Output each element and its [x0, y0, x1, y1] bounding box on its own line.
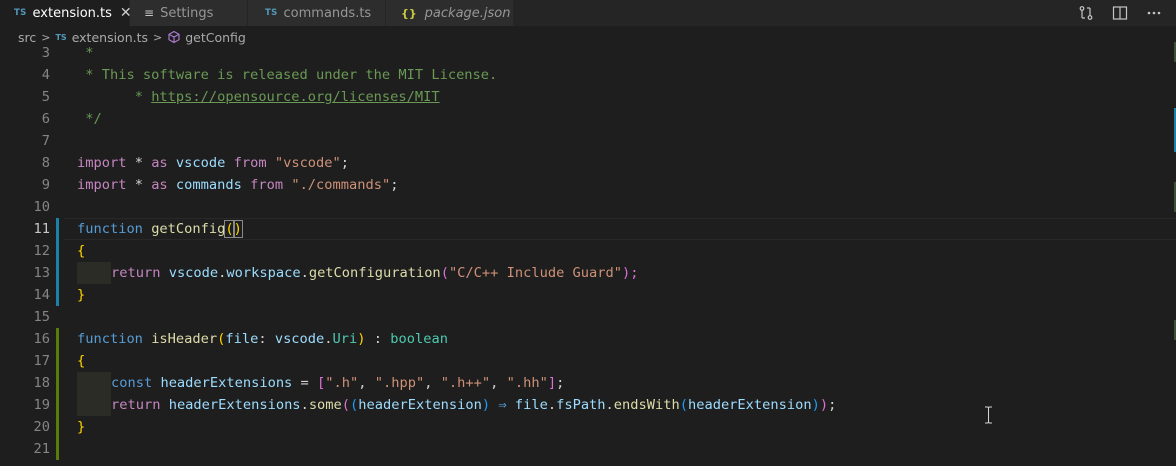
- split-editor-icon[interactable]: [1112, 5, 1128, 21]
- code-text: */: [77, 111, 102, 127]
- indent-guide: [77, 372, 111, 394]
- line-number: 21: [33, 441, 50, 457]
- matched-bracket: (: [224, 220, 235, 238]
- code-line: 10: [0, 196, 1176, 218]
- editor-actions: [1078, 0, 1176, 26]
- line-number: 4: [41, 67, 50, 83]
- line-number: 3: [41, 45, 50, 61]
- line-number: 20: [33, 419, 50, 435]
- code-line: 18 const headerExtensions = [".h", ".hpp…: [0, 372, 1176, 394]
- line-number: 14: [33, 287, 50, 303]
- tab-extension-ts[interactable]: TS extension.ts ✕: [0, 0, 132, 26]
- code-line: 7: [0, 130, 1176, 152]
- line-number: 17: [33, 353, 50, 369]
- tab-bar: TS extension.ts ✕ ≡ Settings TS commands…: [0, 0, 1176, 26]
- line-number: 18: [33, 375, 50, 391]
- code-text: {: [77, 243, 86, 259]
- indent-guide: [77, 262, 111, 284]
- code-line: 12 {: [0, 240, 1176, 262]
- code-line: 14 }: [0, 284, 1176, 306]
- code-editor[interactable]: 3 * 4 * This software is released under …: [0, 42, 1176, 466]
- code-line: 6 */: [0, 108, 1176, 130]
- code-text: *: [126, 89, 152, 105]
- code-text: *: [77, 45, 94, 61]
- code-text: }: [77, 419, 86, 435]
- typescript-icon: TS: [265, 8, 278, 18]
- tab-label: package.json: [424, 5, 511, 21]
- line-number: 13: [33, 265, 50, 281]
- code-line: 16 function isHeader(file: vscode.Uri) :…: [0, 328, 1176, 350]
- json-icon: {}: [401, 6, 417, 20]
- open-changes-icon[interactable]: [1078, 5, 1094, 21]
- text-cursor-icon: [984, 406, 993, 428]
- line-number: 9: [41, 177, 50, 193]
- code-line: 8 import * as vscode from "vscode";: [0, 152, 1176, 174]
- code-line: 3 *: [0, 42, 1176, 64]
- code-line: 13 return vscode.workspace.getConfigurat…: [0, 262, 1176, 284]
- line-number: 8: [41, 155, 50, 171]
- code-line: 15: [0, 306, 1176, 328]
- indent-guide: [77, 394, 111, 416]
- code-line: 17 {: [0, 350, 1176, 372]
- typescript-icon: TS: [14, 8, 27, 18]
- line-number: 15: [33, 309, 50, 325]
- license-link[interactable]: https://opensource.org/licenses/MIT: [151, 89, 439, 105]
- line-number: 7: [41, 133, 50, 149]
- line-number: 10: [33, 199, 50, 215]
- line-number: 12: [33, 243, 50, 259]
- line-number: 11: [33, 221, 50, 237]
- settings-list-icon: ≡: [144, 6, 155, 20]
- tab-label: Settings: [160, 5, 214, 21]
- more-actions-icon[interactable]: [1146, 5, 1162, 21]
- tab-settings[interactable]: ≡ Settings: [130, 0, 248, 26]
- line-number: 6: [41, 111, 50, 127]
- code-line: 21: [0, 438, 1176, 460]
- code-line: 9 import * as commands from "./commands"…: [0, 174, 1176, 196]
- code-line: 19 return headerExtensions.some((headerE…: [0, 394, 1176, 416]
- code-text: {: [77, 353, 86, 369]
- tab-label: commands.ts: [283, 5, 372, 21]
- line-number: 19: [33, 397, 50, 413]
- tab-label: extension.ts: [32, 5, 112, 21]
- tab-package-json[interactable]: {} package.json: [386, 0, 514, 26]
- matched-bracket: ): [232, 220, 243, 238]
- tab-commands-ts[interactable]: TS commands.ts: [248, 0, 386, 26]
- code-line-current: 11 function getConfig(): [0, 218, 1176, 240]
- typescript-icon: TS: [55, 32, 67, 42]
- line-number: 16: [33, 331, 50, 347]
- code-line: 20 }: [0, 416, 1176, 438]
- line-number: 5: [41, 89, 50, 105]
- code-text: }: [77, 287, 86, 303]
- code-line: 5 * https://opensource.org/licenses/MIT: [0, 86, 1176, 108]
